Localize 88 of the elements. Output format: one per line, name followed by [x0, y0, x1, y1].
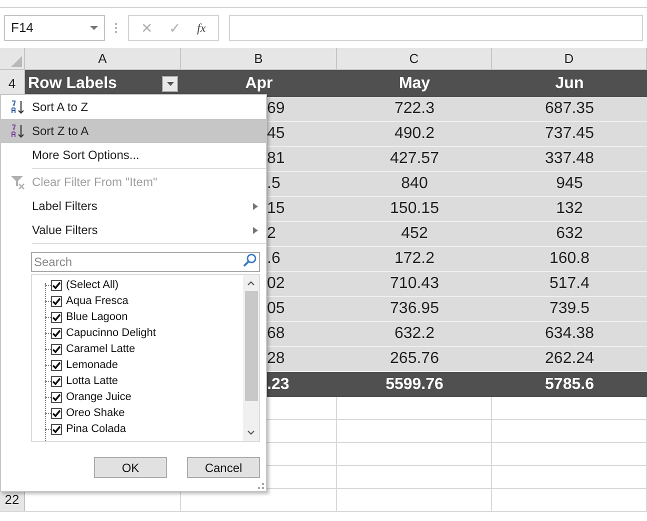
- menu-item[interactable]: More Sort Options...: [1, 143, 266, 167]
- checkbox[interactable]: [51, 392, 62, 402]
- table-cell-text: 45: [267, 124, 285, 144]
- table-cell-text: 150.15: [390, 199, 439, 219]
- list-item[interactable]: Blue Lagoon: [66, 308, 128, 326]
- checkbox[interactable]: [51, 376, 62, 386]
- scrollbar[interactable]: [243, 275, 259, 441]
- table-cell-text: 452: [401, 224, 428, 244]
- table-cell-text: 2: [267, 224, 276, 244]
- column-header[interactable]: B: [181, 48, 337, 69]
- table-cell-text: 427.57: [390, 149, 439, 169]
- table-cell-text: 68: [267, 324, 285, 344]
- table-cell-text: 840: [401, 174, 428, 194]
- table-cell-text: 337.48: [545, 149, 594, 169]
- table-cell-text: 15: [267, 199, 285, 219]
- submenu-arrow-icon: [253, 226, 258, 234]
- list-item[interactable]: Lemonade: [66, 356, 118, 374]
- table-cell-text: .5: [267, 174, 280, 194]
- table-cell-text: 737.45: [545, 124, 594, 144]
- list-item[interactable]: Orange Juice: [66, 388, 132, 406]
- checkbox[interactable]: [51, 280, 62, 290]
- insert-function-button[interactable]: fx: [197, 19, 206, 37]
- list-item[interactable]: Caramel Latte: [66, 340, 136, 358]
- table-cell-text: 517.4: [549, 274, 590, 294]
- menu-item[interactable]: Label Filters: [1, 194, 266, 218]
- checkbox[interactable]: [51, 328, 62, 338]
- list-item[interactable]: Capucinno Delight: [66, 324, 156, 342]
- table-cell-text: 632: [556, 224, 583, 244]
- search-field[interactable]: Search: [31, 252, 260, 272]
- table-cell-text: 262.24: [545, 349, 594, 369]
- table-cell-text: 739.5: [549, 299, 590, 319]
- column-header[interactable]: D: [492, 48, 647, 69]
- checkbox[interactable]: [51, 424, 62, 434]
- table-cell-text: 490.2: [394, 124, 435, 144]
- filter-dropdown-button[interactable]: [162, 76, 178, 92]
- list-item[interactable]: Pina Colada: [66, 420, 126, 438]
- table-cell-text: 634.38: [545, 324, 594, 344]
- column-header[interactable]: C: [337, 48, 492, 69]
- table-cell-text: 945: [556, 174, 583, 194]
- table-cell-text: 81: [267, 149, 285, 169]
- sort-ascending-icon: [10, 99, 26, 115]
- table-cell-text: 172.2: [394, 249, 435, 269]
- table-cell-text: 69: [267, 99, 285, 119]
- table-cell-text: 132: [556, 199, 583, 219]
- clear-filter-icon: [10, 174, 26, 190]
- dropdown-icon: [166, 82, 174, 86]
- checkbox[interactable]: [51, 408, 62, 418]
- total-cell-text: 5785.6: [545, 374, 594, 394]
- table-header-cell-text: Jun: [555, 74, 584, 94]
- list-item[interactable]: Lotta Latte: [66, 372, 118, 390]
- table-header-cell-text: May: [398, 74, 430, 94]
- grip-icon: [115, 23, 118, 33]
- name-box[interactable]: F14: [4, 15, 105, 41]
- menu-item[interactable]: Value Filters: [1, 218, 266, 242]
- cancel-button[interactable]: Cancel: [187, 457, 260, 478]
- submenu-arrow-icon: [253, 202, 258, 210]
- table-cell-text: 710.43: [390, 274, 439, 294]
- table-cell-text: 02: [267, 274, 285, 294]
- table-header-cell-text: Apr: [245, 74, 273, 94]
- search-icon: [243, 253, 257, 267]
- checkbox[interactable]: [51, 344, 62, 354]
- total-cell-text: 5599.76: [386, 374, 444, 394]
- menu-item[interactable]: Sort A to Z: [1, 95, 266, 119]
- table-cell-text: 160.8: [549, 249, 590, 269]
- table-cell-text: 736.95: [390, 299, 439, 319]
- checkbox[interactable]: [51, 360, 62, 370]
- table-cell-text: 632.2: [394, 324, 435, 344]
- ok-button[interactable]: OK: [94, 457, 167, 478]
- checkbox[interactable]: [51, 296, 62, 306]
- sort-descending-icon: [10, 123, 26, 139]
- table-cell-text: 28: [267, 349, 285, 369]
- table-header-cell-text: Row Labels: [28, 74, 117, 94]
- menu-item[interactable]: Sort Z to A: [1, 119, 266, 143]
- table-cell-text: .6: [267, 249, 280, 269]
- table-cell-text: 722.3: [394, 99, 435, 119]
- triangle-icon: [11, 56, 22, 67]
- checkbox[interactable]: [51, 312, 62, 322]
- list-item[interactable]: (Select All): [66, 276, 119, 294]
- total-cell-text: .23: [267, 374, 290, 394]
- table-cell-text: 687.35: [545, 99, 594, 119]
- formula-field[interactable]: [228, 15, 643, 41]
- dropdown-icon: [90, 26, 98, 30]
- resize-grip-icon[interactable]: [258, 483, 264, 489]
- column-header[interactable]: A: [25, 48, 181, 69]
- table-cell-text: 05: [267, 299, 285, 319]
- table-cell-text: 265.76: [390, 349, 439, 369]
- list-item[interactable]: Aqua Fresca: [66, 292, 128, 310]
- list-item[interactable]: Oreo Shake: [66, 404, 125, 422]
